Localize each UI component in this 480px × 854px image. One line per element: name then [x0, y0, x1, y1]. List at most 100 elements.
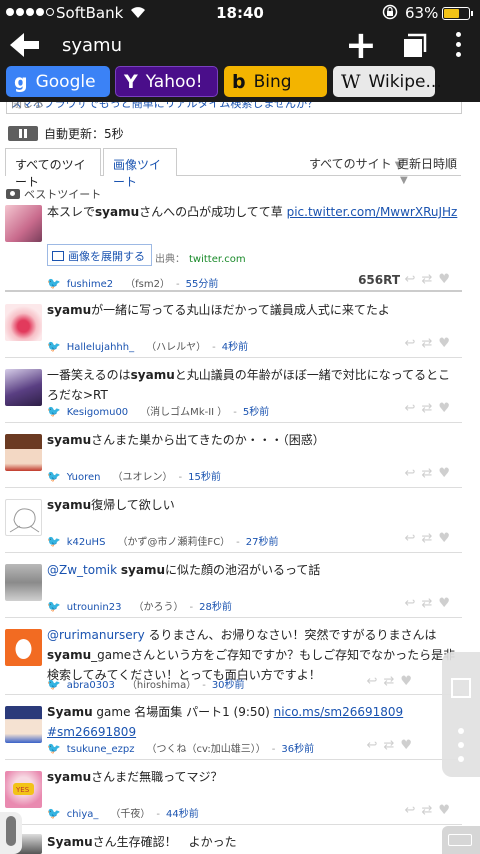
tweet-time[interactable]: 5秒前	[243, 407, 269, 418]
avatar[interactable]	[5, 499, 42, 536]
engine-label: Google	[35, 71, 96, 92]
side-handle[interactable]	[0, 812, 22, 854]
twitter-bird-icon: 🐦	[47, 535, 61, 548]
rotation-lock-icon	[382, 4, 398, 24]
keyboard-icon[interactable]	[442, 826, 480, 854]
heart-icon: ♥	[438, 466, 456, 481]
engine-bing-button[interactable]: b Bing	[224, 66, 327, 97]
back-arrow-icon[interactable]	[4, 27, 44, 63]
tabs-icon[interactable]	[400, 32, 428, 60]
twitter-bird-icon: 🐦	[47, 470, 61, 483]
sort-dropdown[interactable]: 更新日時順 ▼	[397, 155, 461, 186]
engine-label: Bing	[253, 71, 292, 92]
floating-side-panel[interactable]	[442, 652, 480, 777]
keyword: syamu	[47, 770, 92, 784]
tweet-meta: 🐦 Yuoren （ユオレン） -15秒前	[47, 470, 221, 483]
tweet-text: syamuさんまた巣から出てきたのか・・・（困惑）	[47, 433, 325, 447]
keyword: Syamu	[47, 705, 93, 719]
tweet-actions[interactable]: ↩⇄♥	[405, 531, 456, 546]
tab-all-tweets[interactable]: すべてのツイート	[5, 148, 101, 189]
retweet-icon: ⇄	[421, 596, 439, 611]
avatar[interactable]	[5, 304, 42, 341]
tweet-time[interactable]: 55分前	[186, 279, 219, 290]
tweet-actions[interactable]: ↩⇄♥	[405, 272, 456, 287]
tweet-actions[interactable]: ↩⇄♥	[367, 738, 418, 753]
tweet-actions[interactable]: ↩⇄♥	[405, 466, 456, 481]
yahoo-icon: Y	[124, 70, 138, 93]
more-options-icon[interactable]	[452, 32, 464, 60]
tweet-user[interactable]: Hallelujahhh_	[67, 342, 134, 353]
avatar[interactable]	[5, 706, 42, 743]
default-egg-avatar[interactable]	[5, 629, 42, 666]
keyword: syamu	[120, 563, 165, 577]
tweet-user[interactable]: Yuoren	[67, 472, 101, 483]
promo-banner[interactable]: スマホブラウザでもっと簡単にリアルタイム検索しませんか？ 閉じる	[6, 102, 462, 114]
best-tweet-label: ベストツイート	[24, 188, 102, 201]
avatar[interactable]: YES	[5, 771, 42, 808]
tweet-time[interactable]: 36秒前	[281, 744, 314, 755]
tweet-text: 一番笑えるのはsyamuと丸山議員の年齢がほぼ一緒で対比になってるところだな>R…	[47, 368, 451, 402]
heart-icon: ♥	[438, 272, 456, 287]
tweet-actions[interactable]: ↩⇄♥	[367, 674, 418, 689]
tweet-user[interactable]: tsukune_ezpz	[67, 744, 135, 755]
tweet-actions[interactable]: ↩⇄♥	[405, 401, 456, 416]
expand-image-button[interactable]: 画像を展開する	[47, 244, 152, 266]
tweet-link[interactable]: nico.ms/sm26691809	[274, 705, 404, 719]
tweet-time[interactable]: 30秒前	[212, 680, 245, 691]
tweet-meta: 🐦 tsukune_ezpz （つくね（cv:加山雄三）） -36秒前	[47, 742, 315, 755]
auto-update: 自動更新：5秒	[8, 125, 124, 142]
copy-icon[interactable]	[451, 678, 471, 698]
pause-icon[interactable]	[8, 126, 38, 141]
tweet-meta: 🐦 Kesigomu00 （消しゴムMk-II ） -5秒前	[47, 405, 270, 418]
best-tweet-heading: ベストツイート	[6, 186, 101, 202]
tweet-meta: 🐦 abra0303 （hiroshima） -30秒前	[47, 678, 245, 691]
tweet-user[interactable]: Kesigomu00	[67, 407, 128, 418]
new-tab-plus-icon[interactable]: +	[345, 26, 377, 64]
source-link[interactable]: twitter.com	[189, 254, 246, 265]
reply-icon: ↩	[404, 336, 422, 351]
site-filter-label: すべてのサイト	[309, 157, 392, 171]
tweet-user[interactable]: utrounin23	[67, 602, 122, 613]
avatar[interactable]	[5, 205, 42, 242]
heart-icon: ♥	[400, 674, 418, 689]
svg-text:YES: YES	[15, 786, 30, 794]
avatar[interactable]	[5, 369, 42, 406]
avatar[interactable]	[5, 564, 42, 601]
tweet-meta: 🐦 k42uHS （かず@市ノ瀬莉佳FC） -27秒前	[47, 535, 279, 548]
twitter-bird-icon: 🐦	[47, 405, 61, 418]
engine-label: Wikipe...	[368, 71, 442, 92]
tab-image-tweets[interactable]: 画像ツイート	[103, 148, 177, 189]
tweet-tabs: すべてのツイート 画像ツイート すべてのサイト ▼ 更新日時順 ▼	[5, 148, 461, 189]
mention-link[interactable]: @Zw_tomik	[47, 563, 117, 577]
reply-icon: ↩	[404, 272, 422, 287]
tweet-actions[interactable]: ↩⇄♥	[405, 596, 456, 611]
tweet-time[interactable]: 28秒前	[199, 602, 232, 613]
status-bar: SoftBank 18:40 63%	[0, 0, 480, 27]
heart-icon: ♥	[438, 401, 456, 416]
engine-google-button[interactable]: g Google	[6, 66, 110, 97]
tweet-user[interactable]: k42uHS	[67, 537, 106, 548]
tweet-item: syamuさんまた巣から出てきたのか・・・（困惑） 🐦 Yuoren （ユオレン） -…	[5, 430, 462, 488]
tweet-time[interactable]: 27秒前	[246, 537, 279, 548]
twitter-bird-icon: 🐦	[47, 600, 61, 613]
engine-wikipedia-button[interactable]: W Wikipe...	[333, 66, 442, 97]
engine-yahoo-button[interactable]: Y Yahoo!	[115, 66, 218, 97]
tweet-time[interactable]: 15秒前	[188, 472, 221, 483]
tweet-text: @Zw_tomik syamuに似た顔の池沼がいるって話	[47, 563, 321, 577]
search-engine-bar: g Google Y Yahoo! b Bing W Wikipe...	[0, 64, 480, 102]
camera-icon	[6, 189, 20, 199]
tweet-user[interactable]: chiya_	[67, 809, 99, 820]
tweet-actions[interactable]: ↩⇄♥	[405, 803, 456, 818]
tweet-link[interactable]: pic.twitter.com/MwwrXRuJHz	[287, 205, 458, 219]
tweet-time[interactable]: 44秒前	[166, 809, 199, 820]
tweet-time[interactable]: 4秒前	[222, 342, 248, 353]
tweet-user[interactable]: abra0303	[67, 680, 115, 691]
page-title: syamu	[62, 35, 123, 56]
mention-link[interactable]: @rurimanursery	[47, 628, 145, 642]
hashtag-link[interactable]: #sm26691809	[47, 725, 136, 739]
banner-close[interactable]: 閉じる	[11, 102, 457, 111]
avatar[interactable]	[5, 434, 42, 471]
site-filter-dropdown[interactable]: すべてのサイト ▼	[309, 155, 402, 172]
tweet-user[interactable]: fushime2	[67, 279, 113, 290]
tweet-actions[interactable]: ↩⇄♥	[405, 336, 456, 351]
